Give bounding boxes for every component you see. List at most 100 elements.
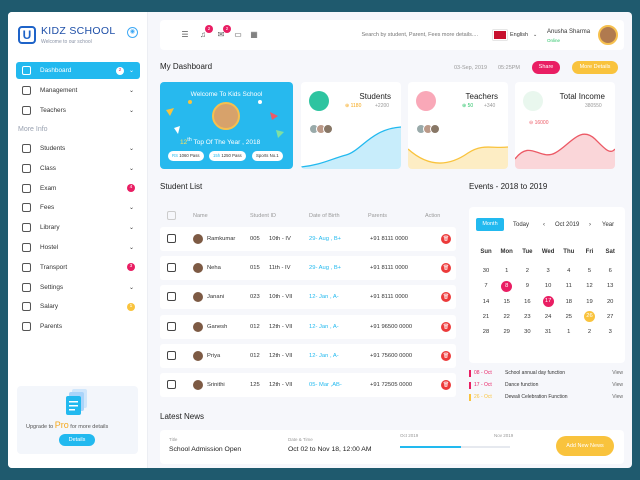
sidebar-item-settings[interactable]: Settings ⌄ <box>16 279 140 296</box>
language-chevron-icon[interactable]: ⌄ <box>533 32 537 38</box>
teachers-card[interactable]: Teachers ⊕ 50 +340 <box>408 82 508 169</box>
calendar-day[interactable]: 14 <box>478 297 494 307</box>
calendar-day[interactable]: 21 <box>478 312 494 322</box>
calendar-day[interactable]: 2 <box>582 327 598 337</box>
calendar-day[interactable]: 22 <box>499 312 515 322</box>
calendar-day[interactable]: 3 <box>540 266 556 276</box>
calendar-day[interactable]: 19 <box>582 297 598 307</box>
income-card[interactable]: Total Income 380550 ⊖ 16000 <box>515 82 615 169</box>
calendar-day[interactable]: 27 <box>602 312 618 322</box>
next-month-icon[interactable]: › <box>589 222 591 228</box>
calendar-day[interactable]: 23 <box>519 312 535 322</box>
sidebar-item-students[interactable]: Students ⌄ <box>16 140 140 157</box>
chevron-down-icon[interactable]: ⌄ <box>129 107 134 114</box>
calendar-day[interactable]: 29 <box>499 327 515 337</box>
header-name[interactable]: Name <box>193 213 208 219</box>
calendar-day[interactable]: 18 <box>561 297 577 307</box>
share-button[interactable]: Share <box>532 61 560 74</box>
prev-month-icon[interactable]: ‹ <box>543 222 545 228</box>
calendar-day[interactable]: 30 <box>478 266 494 276</box>
event-view-link[interactable]: View <box>612 370 623 376</box>
calendar-day[interactable]: 30 <box>519 327 535 337</box>
month-view-button[interactable]: Month <box>476 218 504 231</box>
year-view-button[interactable]: Year <box>602 222 614 228</box>
calendar-day[interactable]: 5 <box>582 266 598 276</box>
calendar-day[interactable]: 15 <box>499 297 515 307</box>
collapse-sidebar-icon[interactable]: ◉ <box>127 27 138 38</box>
calendar-day[interactable]: 28 <box>478 327 494 337</box>
event-view-link[interactable]: View <box>612 394 623 400</box>
event-item[interactable]: 17 - Oct Dance function View <box>469 381 625 390</box>
row-checkbox[interactable] <box>167 292 176 302</box>
row-checkbox[interactable] <box>167 350 176 360</box>
sidebar-item-teachers[interactable]: Teachers ⌄ <box>16 102 140 119</box>
calendar-day[interactable]: 24 <box>540 312 556 322</box>
chevron-down-icon[interactable]: ⌄ <box>129 244 134 251</box>
uk-flag-icon[interactable] <box>493 30 507 40</box>
calendar-day[interactable]: 1 <box>499 266 515 276</box>
calendar-day[interactable]: 8 <box>501 280 513 292</box>
row-checkbox[interactable] <box>167 321 176 331</box>
event-item[interactable]: 08 - Oct School annual day function View <box>469 369 625 378</box>
search-input[interactable] <box>320 30 478 40</box>
delete-icon[interactable]: 🗑 <box>441 292 451 303</box>
calendar-day[interactable]: 13 <box>602 281 618 291</box>
row-checkbox[interactable] <box>167 234 176 243</box>
header-parents[interactable]: Parents <box>368 213 387 219</box>
sidebar-item-exam[interactable]: Exam 4 <box>16 180 140 197</box>
header-student-id[interactable]: Student ID <box>250 213 276 219</box>
table-row[interactable]: Ramkumar 005 10th - IV 29- Aug , B+ +91 8111… <box>160 227 456 251</box>
delete-icon[interactable]: 🗑 <box>441 350 451 361</box>
sidebar-item-salary[interactable]: Salary 1 <box>16 298 140 315</box>
delete-icon[interactable]: 🗑 <box>441 263 451 274</box>
table-row[interactable]: Janani 023 10th - VII 12- Jan , A- +91 8111 … <box>160 285 456 310</box>
sidebar-item-hostel[interactable]: Hostel ⌄ <box>16 239 140 256</box>
delete-icon[interactable]: 🗑 <box>441 380 451 390</box>
calendar-day[interactable]: 25 <box>561 312 577 322</box>
chat-icon[interactable]: ▭ <box>233 30 243 39</box>
event-item[interactable]: 26 - Oct Dewali Celebration Function View <box>469 393 625 402</box>
sidebar-item-transport[interactable]: Transport 3 <box>16 259 140 276</box>
sidebar-item-dashboard[interactable]: Dashboard 2 ⌄ <box>16 62 140 79</box>
calendar-day[interactable]: 7 <box>478 281 494 291</box>
delete-icon[interactable]: 🗑 <box>441 234 451 244</box>
chevron-down-icon[interactable]: ⌄ <box>129 284 134 291</box>
calendar-day[interactable]: 1 <box>561 327 577 337</box>
sidebar-item-parents[interactable]: Parents <box>16 318 140 335</box>
add-news-button[interactable]: Add New News <box>556 436 614 456</box>
chevron-down-icon[interactable]: ⌄ <box>129 224 134 231</box>
table-row[interactable]: Srinithi 125 12th - VII 05- Mar ,AB- +91 725… <box>160 373 456 397</box>
calendar-day[interactable]: 12 <box>582 281 598 291</box>
sidebar-item-management[interactable]: Management ⌄ <box>16 82 140 99</box>
calendar-day[interactable]: 4 <box>561 266 577 276</box>
user-avatar[interactable] <box>598 25 618 45</box>
table-row[interactable]: Priya 012 12th - VII 12- Jan , A- +91 75600 … <box>160 343 456 368</box>
table-row[interactable]: Neha 015 11th - IV 29- Aug , B+ +91 8111 000… <box>160 256 456 281</box>
table-row[interactable]: Ganesh 012 12th - VII 12- Jan , A- +91 96500… <box>160 314 456 339</box>
calendar-day[interactable]: 2 <box>519 266 535 276</box>
row-checkbox[interactable] <box>167 263 176 273</box>
event-view-link[interactable]: View <box>612 382 623 388</box>
language-select[interactable]: English <box>510 32 528 38</box>
calendar-day[interactable]: 20 <box>602 297 618 307</box>
calendar-day[interactable]: 10 <box>540 281 556 291</box>
select-all-checkbox[interactable] <box>167 211 176 220</box>
row-checkbox[interactable] <box>167 380 176 389</box>
menu-icon[interactable]: ☰ <box>180 30 190 39</box>
more-details-button[interactable]: More Details <box>572 61 618 74</box>
chevron-down-icon[interactable]: ⌄ <box>129 204 134 211</box>
calendar-day[interactable]: 9 <box>519 281 535 291</box>
details-button[interactable]: Details <box>59 434 95 446</box>
calendar-day[interactable]: 26 <box>584 311 595 323</box>
calendar-day[interactable]: 3 <box>602 327 618 337</box>
delete-icon[interactable]: 🗑 <box>441 321 451 332</box>
chevron-down-icon[interactable]: ⌄ <box>129 165 134 172</box>
sidebar-item-library[interactable]: Library ⌄ <box>16 219 140 236</box>
chevron-down-icon[interactable]: ⌄ <box>129 145 134 152</box>
today-button[interactable]: Today <box>513 222 529 228</box>
calendar-day[interactable]: 11 <box>561 281 577 291</box>
calendar-day[interactable]: 31 <box>540 327 556 337</box>
students-card[interactable]: Students ⊕ 1180 +2200 <box>301 82 401 169</box>
calendar-day[interactable]: 16 <box>519 297 535 307</box>
calendar-day[interactable]: 17 <box>542 296 554 308</box>
